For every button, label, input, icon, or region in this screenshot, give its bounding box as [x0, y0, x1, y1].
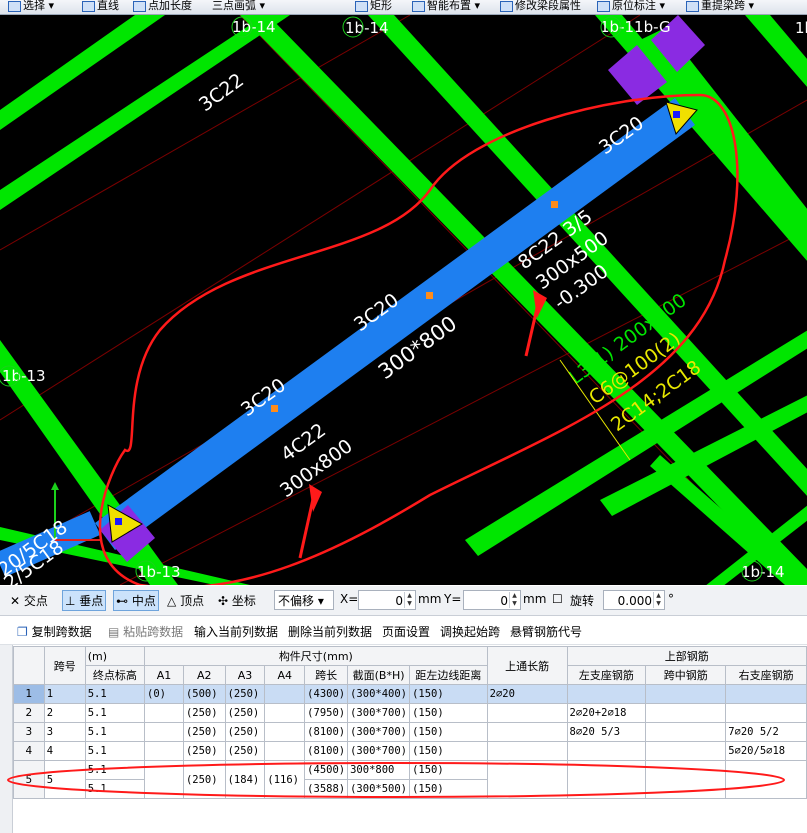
- copy-span-button[interactable]: ❐ 复制跨数据: [17, 623, 92, 640]
- header-section: 截面(B*H): [347, 665, 411, 685]
- grip-point[interactable]: [115, 518, 122, 525]
- header-a1: A1: [144, 665, 184, 685]
- paste-icon: ▤: [108, 625, 120, 639]
- respan-icon: [686, 0, 699, 12]
- arc-tool[interactable]: 三点画弧 ▾: [212, 0, 265, 13]
- swap-start-span-button[interactable]: 调换起始跨: [440, 623, 500, 640]
- rect-icon: [355, 0, 368, 12]
- y-input[interactable]: 0 ▲ ▼: [463, 590, 521, 610]
- midpoint-grip[interactable]: [426, 292, 433, 299]
- snap-perpendicular[interactable]: ⊥ 垂点: [62, 590, 107, 611]
- axis-label: 1b-14: [232, 18, 276, 36]
- header-elev-unit: (m): [84, 646, 146, 666]
- header-midspan: 跨中钢筋: [645, 665, 727, 685]
- y-unit: mm: [523, 592, 547, 606]
- y-spinner[interactable]: ▲ ▼: [509, 592, 519, 608]
- x-label: X=: [340, 592, 359, 606]
- table-row[interactable]: 3 3 5.1 (250) (250) (8100) (300*700) (15…: [13, 722, 807, 742]
- snap-intersection[interactable]: ✕ 交点: [10, 592, 48, 609]
- plus-icon: [133, 0, 146, 12]
- rect-tool[interactable]: 矩形: [355, 0, 392, 13]
- panel-gutter: [0, 620, 13, 833]
- header-a4: A4: [264, 665, 306, 685]
- paste-span-button[interactable]: ▤ 粘贴跨数据: [108, 623, 183, 640]
- header-span-no: 跨号: [43, 646, 86, 685]
- page-setup-button[interactable]: 页面设置: [382, 623, 430, 640]
- header-top-rebar: 上部钢筋: [566, 646, 807, 666]
- green-beam: [0, 15, 290, 210]
- input-column-button[interactable]: 输入当前列数据: [194, 623, 278, 640]
- delete-column-button[interactable]: 删除当前列数据: [288, 623, 372, 640]
- rotate-label: 旋转: [570, 594, 595, 608]
- snap-midpoint[interactable]: ⊷ 中点: [113, 590, 159, 611]
- inplace-label-tool[interactable]: 原位标注 ▾: [597, 0, 665, 13]
- grip-point[interactable]: [673, 111, 680, 118]
- header-a3: A3: [224, 665, 266, 685]
- smart-layout-icon: [412, 0, 425, 12]
- snap-coordinate[interactable]: ✣ 坐标: [218, 592, 256, 609]
- table-row-split-a[interactable]: 5 5 5.1 (250) (184) (116) (4500) 300*800…: [13, 760, 807, 799]
- midpoint-grip[interactable]: [551, 201, 558, 208]
- cad-drawing: 1b-14 1b-14 1b-11b-G 1b-13 1b-13 1b-14 1…: [0, 15, 807, 585]
- corner-cell: [13, 646, 45, 685]
- beam-text: 3C22: [195, 69, 248, 116]
- y-axis-arrow: [51, 482, 59, 490]
- header-left-support: 左支座钢筋: [566, 665, 647, 685]
- x-input[interactable]: 0 ▲ ▼: [358, 590, 416, 610]
- header-span-length: 跨长: [304, 665, 349, 685]
- header-left-distance: 距左边线距离: [409, 665, 488, 685]
- vertex-icon: △: [167, 594, 177, 608]
- cursor-icon: [8, 0, 21, 12]
- axis-label: 1b-14: [345, 19, 389, 37]
- line-icon: [82, 0, 95, 12]
- perpendicular-icon: ⊥: [65, 594, 76, 608]
- axis-label: 1b-14: [795, 19, 807, 37]
- degree-sign: °: [668, 592, 674, 606]
- coordinate-icon: ✣: [218, 594, 229, 608]
- header-end-elevation: 终点标高: [84, 665, 146, 685]
- y-label: Y=: [444, 592, 462, 606]
- snap-vertex[interactable]: △ 顶点: [167, 592, 204, 609]
- cad-canvas[interactable]: 1b-14 1b-14 1b-11b-G 1b-13 1b-13 1b-14 1…: [0, 15, 807, 585]
- respan-tool[interactable]: 重提梁跨 ▾: [686, 0, 754, 13]
- header-top-through: 上通长筋: [486, 646, 568, 685]
- intersection-icon: ✕: [10, 594, 21, 608]
- line-tool[interactable]: 直线: [82, 0, 119, 13]
- axis-label: 1b-11b-G: [600, 18, 671, 36]
- table-row[interactable]: 2 2 5.1 (250) (250) (7950) (300*700) (15…: [13, 703, 807, 723]
- x-spinner[interactable]: ▲ ▼: [404, 592, 414, 608]
- span-table: 跨号 (m) 构件尺寸(mm) 上通长筋 上部钢筋 终点标高 A1 A2 A3 …: [13, 646, 807, 799]
- rotate-spinner[interactable]: ▲ ▼: [653, 592, 663, 608]
- rotate-checkbox[interactable]: ☐: [552, 592, 563, 606]
- top-toolbar: 选择 ▾ 直线 点加长度 三点画弧 ▾ 矩形 智能布置 ▾ 修改梁段属性 原位标…: [0, 0, 807, 15]
- header-a2: A2: [182, 665, 226, 685]
- cantilever-code-button[interactable]: 悬臂钢筋代号: [510, 623, 582, 640]
- axis-label: 1b-13: [2, 367, 46, 385]
- select-tool[interactable]: 选择 ▾: [8, 0, 54, 13]
- x-unit: mm: [418, 592, 442, 606]
- smart-layout-tool[interactable]: 智能布置 ▾: [412, 0, 480, 13]
- midpoint-grip[interactable]: [271, 405, 278, 412]
- span-command-bar: ❐ 复制跨数据 ▤ 粘贴跨数据 输入当前列数据 删除当前列数据 页面设置 调换起…: [0, 616, 807, 645]
- copy-icon: ❐: [17, 625, 28, 639]
- axis-label: 1b-14: [741, 563, 785, 581]
- axis-label: 1b-13: [137, 563, 181, 581]
- edit-icon: [500, 0, 513, 12]
- rotate-input[interactable]: 0.000 ▲ ▼: [603, 590, 665, 610]
- point-length-tool[interactable]: 点加长度: [133, 0, 192, 13]
- header-size: 构件尺寸(mm): [144, 646, 488, 666]
- snap-toolbar: ✕ 交点 ⊥ 垂点 ⊷ 中点 △ 顶点 ✣ 坐标 不偏移 ▾ X= 0 ▲ ▼ mm…: [0, 586, 807, 616]
- modify-beam-tool[interactable]: 修改梁段属性: [500, 0, 581, 13]
- header-right-support: 右支座钢筋: [725, 665, 807, 685]
- midpoint-icon: ⊷: [116, 594, 128, 608]
- table-row[interactable]: 4 4 5.1 (250) (250) (8100) (300*700) (15…: [13, 741, 807, 761]
- label-icon: [597, 0, 610, 12]
- dropdown-arrow-icon: ▾: [317, 594, 324, 608]
- table-row[interactable]: 1 1 5.1 (0) (500) (250) (4300) (300*400)…: [13, 684, 807, 704]
- offset-mode-select[interactable]: 不偏移 ▾: [274, 590, 334, 610]
